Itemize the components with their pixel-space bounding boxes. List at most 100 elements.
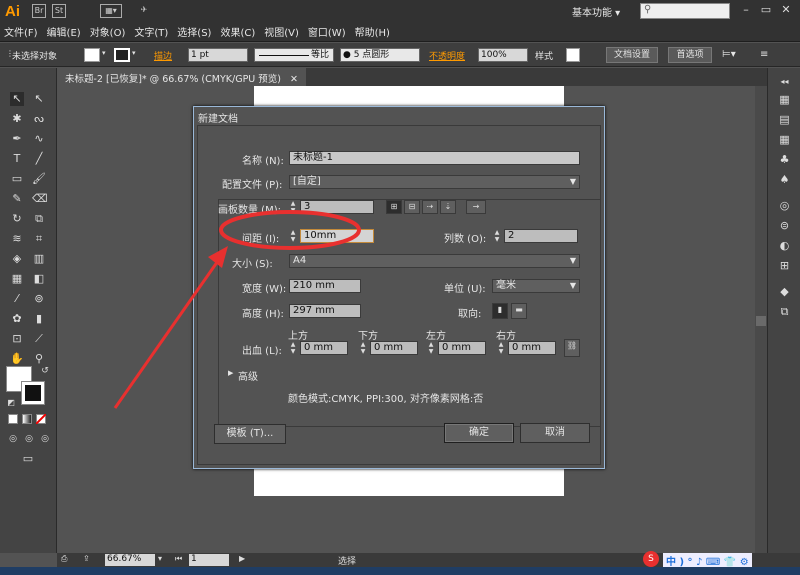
units-select[interactable]: 毫米 ▼ [492,279,580,293]
fill-swatch[interactable] [84,48,100,62]
minimize-icon[interactable]: – [736,3,756,19]
templates-button[interactable]: 模板 (T)... [214,424,286,444]
brush-definition[interactable]: ● 5 点圆形 [340,48,420,62]
size-select[interactable]: A4 ▼ [289,254,580,268]
bleed-right-spinner-icon[interactable]: ▲ ▼ [496,341,506,355]
next-artboard-icon[interactable]: ▶ [239,554,245,563]
maximize-icon[interactable]: ▭ [756,3,776,19]
draw-normal-icon[interactable]: ◎ [6,432,20,446]
menu-help[interactable]: 帮助(H) [355,24,390,39]
shape-builder-icon[interactable]: ◈ [10,252,24,266]
advanced-expand-icon[interactable]: ▶ [228,369,233,377]
transparency-icon[interactable]: ◐ [777,238,792,253]
draw-behind-icon[interactable]: ◎ [22,432,36,446]
landscape-orientation-icon[interactable]: ▬ [511,303,527,319]
column-graph-icon[interactable]: ▮ [32,312,46,326]
opacity-input[interactable]: 100% [478,48,528,62]
arrange-by-column-icon[interactable]: ⇣ [440,200,456,214]
menu-effect[interactable]: 效果(C) [220,24,255,39]
appearance-icon[interactable]: ⊞ [777,258,792,273]
stock-icon[interactable]: St [52,4,66,18]
columns-input[interactable]: 2 [504,229,578,243]
lasso-icon[interactable]: ᔓ [32,112,46,126]
hand-tool-icon[interactable]: ✋ [10,352,24,366]
menu-select[interactable]: 选择(S) [177,24,211,39]
direct-selection-tool-icon[interactable]: ↖ [32,92,46,106]
profile-select[interactable]: [自定] ▼ [289,175,580,189]
symbol-sprayer-icon[interactable]: ✿ [10,312,24,326]
pen-tool-icon[interactable]: ✒ [10,132,24,146]
panel-menu-icon[interactable]: ≡ [760,49,768,60]
screen-mode-icon[interactable]: ▭ [18,452,38,466]
magic-wand-icon[interactable]: ✱ [10,112,24,126]
default-colors-icon[interactable]: ◩ [4,396,18,410]
bleed-bottom-spinner-icon[interactable]: ▲ ▼ [358,341,368,355]
line-tool-icon[interactable]: ╱ [32,152,46,166]
curvature-tool-icon[interactable]: ∿ [32,132,46,146]
stroke-label[interactable]: 描边 [154,49,172,62]
stroke-panel-icon[interactable]: ◎ [777,198,792,213]
arrange-documents-icon[interactable]: ▦▾ [100,4,122,18]
eyedropper-icon[interactable]: ⁄ [10,292,24,306]
warp-tool-icon[interactable]: ≋ [10,232,24,246]
search-input[interactable]: ⚲ [640,3,730,19]
stroke-swatch[interactable] [114,48,130,62]
align-options-icon[interactable]: ⊨▾ [722,49,736,60]
menu-object[interactable]: 对象(O) [90,24,126,39]
first-artboard-icon[interactable]: ⏮ [175,554,182,564]
document-tab[interactable]: 未标题-2 [已恢复]* @ 66.67% (CMYK/GPU 预览) ✕ [57,68,306,86]
artboard-number-input[interactable]: 1 [189,554,229,566]
scrollbar-thumb[interactable] [756,316,766,326]
selection-tool-icon[interactable]: ↖ [10,92,24,106]
arrange-by-row-icon[interactable]: ⇢ [422,200,438,214]
spacing-spinner-icon[interactable]: ▲ ▼ [288,229,298,243]
preferences-button[interactable]: 首选项 [668,47,712,63]
zoom-dropdown-icon[interactable]: ▾ [158,554,162,563]
swap-colors-icon[interactable]: ↺ [38,364,52,378]
stroke-color-box[interactable] [21,381,45,405]
rectangle-tool-icon[interactable]: ▭ [10,172,24,186]
paintbrush-icon[interactable]: 🖌 [32,172,46,186]
advanced-label[interactable]: 高级 [238,368,258,383]
eraser-icon[interactable]: ⌫ [32,192,48,206]
grid-by-column-icon[interactable]: ⊟ [404,200,420,214]
color-guide-icon[interactable]: ▤ [777,112,792,127]
color-panel-icon[interactable]: ▦ [777,92,792,107]
bleed-left-spinner-icon[interactable]: ▲ ▼ [426,341,436,355]
menu-file[interactable]: 文件(F) [4,24,38,39]
graphic-style-swatch[interactable] [566,48,580,62]
portrait-orientation-icon[interactable]: ▮ [492,303,508,319]
bleed-right-input[interactable]: 0 mm [508,341,556,355]
brushes-icon[interactable]: ♣ [777,152,792,167]
none-mode-icon[interactable] [36,414,46,424]
rotate-tool-icon[interactable]: ↻ [10,212,24,226]
pencil-tool-icon[interactable]: ✎ [10,192,24,206]
menu-type[interactable]: 文字(T) [134,24,168,39]
width-input[interactable]: 210 mm [289,279,361,293]
bleed-top-input[interactable]: 0 mm [300,341,348,355]
ime-logo-icon[interactable]: S [643,551,659,567]
spacing-input[interactable]: 10mm [300,229,374,243]
share-icon[interactable]: ⇪ [83,554,90,563]
cancel-button[interactable]: 取消 [520,423,590,443]
menu-view[interactable]: 视图(V) [264,24,299,39]
fill-dropdown-icon[interactable]: ▾ [102,49,106,57]
bleed-bottom-input[interactable]: 0 mm [370,341,418,355]
zoom-input[interactable]: 66.67% [105,554,155,566]
opacity-label[interactable]: 不透明度 [429,49,465,62]
artboards-spinner-icon[interactable]: ▲ ▼ [288,200,298,214]
gradient-panel-icon[interactable]: ⊜ [777,218,792,233]
free-transform-icon[interactable]: ⌗ [32,232,46,246]
workspace-switcher[interactable]: 基本功能 ▾ [572,4,620,19]
grid-by-row-icon[interactable]: ⊞ [386,200,402,214]
symbols-icon[interactable]: ♠ [777,172,792,187]
gradient-mode-icon[interactable] [22,414,32,424]
link-bleed-icon[interactable]: ⛓ [564,339,580,357]
document-setup-button[interactable]: 文档设置 [606,47,658,63]
menu-edit[interactable]: 编辑(E) [47,24,81,39]
type-tool-icon[interactable]: T [10,152,24,166]
color-mode-icon[interactable] [8,414,18,424]
artboards-input[interactable]: 3 [300,200,374,214]
collapse-panels-icon[interactable]: ◂◂ [777,74,792,89]
artboards-panel-icon[interactable]: ⧉ [777,304,792,319]
